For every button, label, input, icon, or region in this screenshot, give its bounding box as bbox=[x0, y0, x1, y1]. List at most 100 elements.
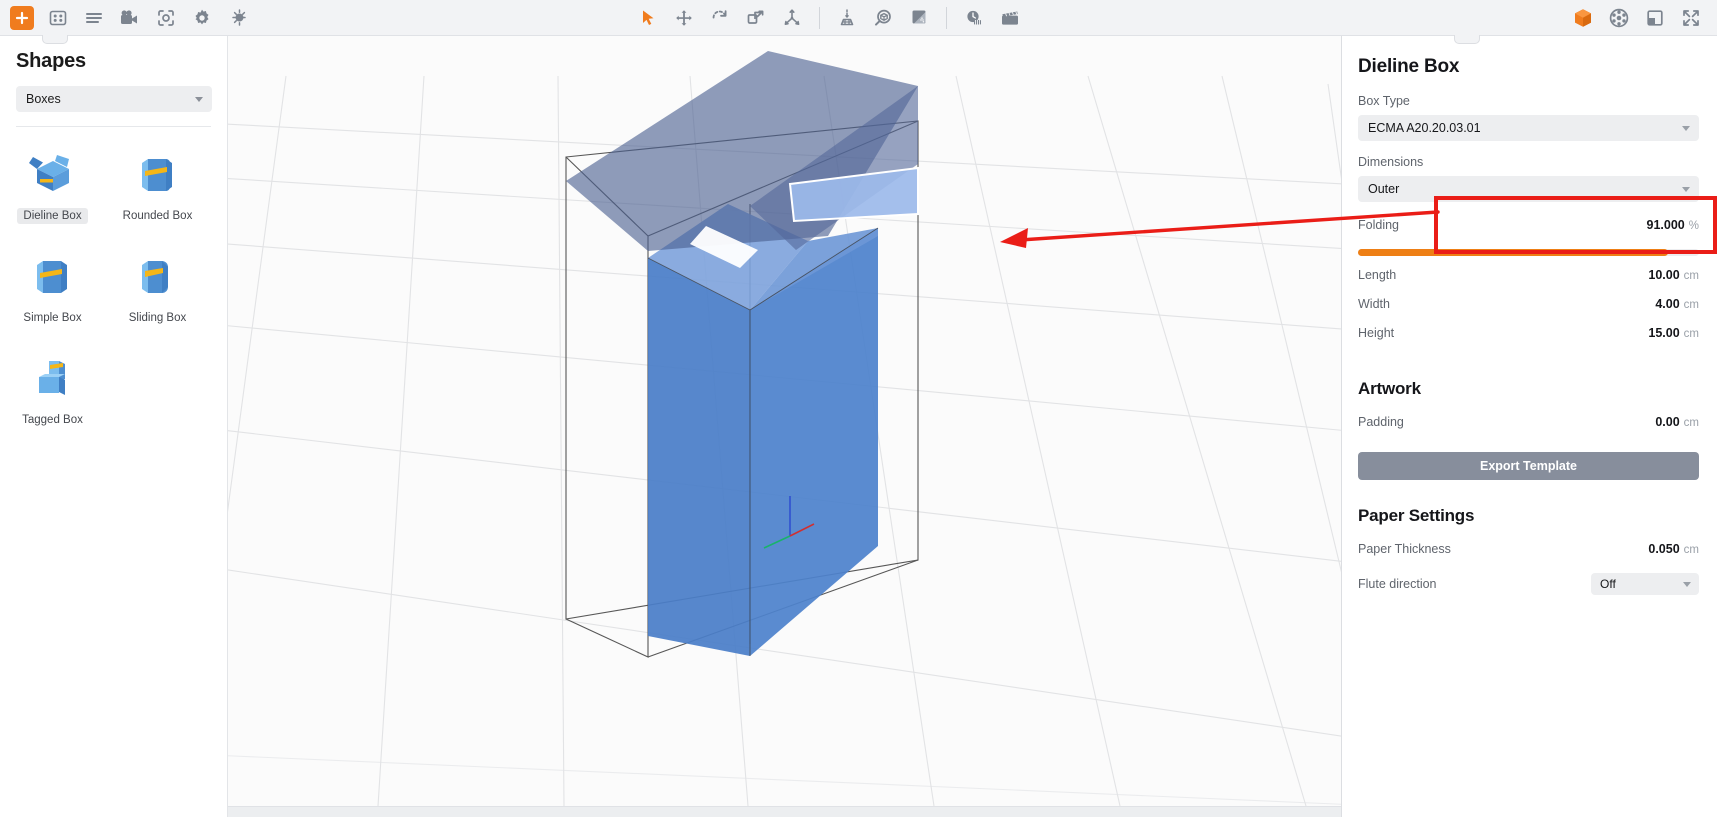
animation-button[interactable] bbox=[992, 1, 1028, 35]
properties-panel-notch bbox=[1454, 35, 1480, 44]
folding-slider-fill bbox=[1358, 249, 1668, 256]
dimensions-select[interactable]: Outer bbox=[1358, 176, 1699, 202]
material-icon bbox=[909, 8, 929, 28]
inspect-object-button[interactable] bbox=[865, 1, 901, 35]
view-3d-button[interactable] bbox=[1565, 1, 1601, 35]
flute-direction-select[interactable]: Off bbox=[1591, 573, 1699, 595]
folding-values: Folding 91.000% bbox=[1358, 216, 1699, 245]
padding-value: 0.00 bbox=[1655, 415, 1679, 429]
fullscreen-icon bbox=[1681, 8, 1701, 28]
rounded-box-icon bbox=[132, 151, 184, 199]
shape-item-tagged-box[interactable]: Tagged Box bbox=[0, 343, 105, 445]
time-button[interactable] bbox=[956, 1, 992, 35]
length-value: 10.00 bbox=[1648, 268, 1679, 282]
height-label: Height bbox=[1358, 326, 1394, 340]
width-unit: cm bbox=[1684, 299, 1699, 311]
shape-item-simple-box[interactable]: Simple Box bbox=[0, 241, 105, 343]
box-type-select[interactable]: ECMA A20.20.03.01 bbox=[1358, 115, 1699, 141]
select-cursor-icon bbox=[638, 8, 658, 28]
chevron-down-icon bbox=[1683, 582, 1691, 587]
paper-thickness-value: 0.050 bbox=[1648, 542, 1679, 556]
page-title: Shapes bbox=[16, 50, 211, 73]
shapes-sidebar: Shapes Boxes Dieline Box bbox=[0, 36, 228, 817]
add-icon bbox=[10, 6, 34, 30]
paper-thickness-row: Paper Thickness 0.050 cm bbox=[1358, 540, 1699, 569]
paper-thickness-label: Paper Thickness bbox=[1358, 542, 1451, 556]
shape-grid: Dieline Box Rounded Box Simple bbox=[0, 127, 227, 445]
focus-button[interactable] bbox=[148, 1, 184, 35]
scale-tool-button[interactable] bbox=[738, 1, 774, 35]
select-tool-button[interactable] bbox=[630, 1, 666, 35]
toolbar-left-group bbox=[4, 1, 256, 35]
folding-value: 91.000 bbox=[1647, 218, 1685, 232]
shape-label: Simple Box bbox=[17, 310, 87, 326]
toolbar-right-group bbox=[1565, 1, 1709, 35]
height-row: Height 15.00cm bbox=[1358, 324, 1699, 353]
folding-unit: % bbox=[1689, 220, 1699, 232]
sidebar-header: Shapes Boxes bbox=[0, 36, 227, 127]
menu-icon bbox=[84, 8, 104, 28]
sidebar-notch bbox=[42, 35, 68, 44]
explode-icon bbox=[782, 8, 802, 28]
material-button[interactable] bbox=[901, 1, 937, 35]
camera-icon bbox=[119, 8, 141, 28]
export-template-button[interactable]: Export Template bbox=[1358, 452, 1699, 480]
length-label: Length bbox=[1358, 268, 1396, 282]
panel-icon bbox=[1645, 8, 1665, 28]
box-type-label: Box Type bbox=[1358, 94, 1699, 108]
menu-button[interactable] bbox=[76, 1, 112, 35]
dimensions-value: Outer bbox=[1368, 182, 1399, 196]
lighting-button[interactable] bbox=[220, 1, 256, 35]
folding-row: Folding 91.000% bbox=[1358, 216, 1699, 256]
focus-icon bbox=[156, 8, 176, 28]
shape-label: Tagged Box bbox=[16, 412, 89, 428]
fullscreen-button[interactable] bbox=[1673, 1, 1709, 35]
toolbar-divider-2 bbox=[946, 7, 947, 29]
rotate-tool-button[interactable] bbox=[702, 1, 738, 35]
chevron-down-icon bbox=[195, 97, 203, 102]
width-value: 4.00 bbox=[1655, 297, 1679, 311]
inspect-object-icon bbox=[873, 8, 893, 28]
properties-panel: Dieline Box Box Type ECMA A20.20.03.01 D… bbox=[1341, 36, 1717, 817]
folding-slider[interactable] bbox=[1358, 249, 1699, 256]
shape-label: Dieline Box bbox=[17, 208, 87, 224]
panels-button[interactable] bbox=[1637, 1, 1673, 35]
length-row: Length 10.00cm bbox=[1358, 266, 1699, 295]
viewport-scene bbox=[228, 36, 1341, 817]
folding-label: Folding bbox=[1358, 218, 1399, 232]
properties-title: Dieline Box bbox=[1358, 56, 1699, 78]
dimensions-label: Dimensions bbox=[1358, 155, 1699, 169]
paper-thickness-unit: cm bbox=[1684, 544, 1699, 556]
settings-button[interactable] bbox=[184, 1, 220, 35]
drop-to-floor-button[interactable] bbox=[829, 1, 865, 35]
toolbar-divider-1 bbox=[819, 7, 820, 29]
padding-label: Padding bbox=[1358, 415, 1404, 429]
app-root: Shapes Boxes Dieline Box bbox=[0, 0, 1717, 817]
box-3d-icon bbox=[1572, 7, 1594, 29]
light-icon bbox=[228, 8, 248, 28]
camera-button[interactable] bbox=[112, 1, 148, 35]
add-button[interactable] bbox=[4, 1, 40, 35]
top-toolbar bbox=[0, 0, 1717, 36]
drop-to-floor-icon bbox=[836, 8, 858, 28]
environment-button[interactable] bbox=[1601, 1, 1637, 35]
chevron-down-icon bbox=[1682, 187, 1690, 192]
shape-item-sliding-box[interactable]: Sliding Box bbox=[105, 241, 210, 343]
sphere-icon bbox=[1608, 7, 1630, 29]
viewport-3d[interactable] bbox=[228, 36, 1341, 817]
shape-item-rounded-box[interactable]: Rounded Box bbox=[105, 139, 210, 241]
move-icon bbox=[674, 8, 694, 28]
move-tool-button[interactable] bbox=[666, 1, 702, 35]
grid-layout-button[interactable] bbox=[40, 1, 76, 35]
chevron-down-icon bbox=[1682, 126, 1690, 131]
shape-item-dieline-box[interactable]: Dieline Box bbox=[0, 139, 105, 241]
simple-box-icon bbox=[27, 253, 79, 301]
dieline-box-icon bbox=[27, 151, 79, 199]
box-type-value: ECMA A20.20.03.01 bbox=[1368, 121, 1481, 135]
clapperboard-icon bbox=[999, 8, 1021, 28]
flute-direction-label: Flute direction bbox=[1358, 577, 1437, 591]
grid-icon bbox=[48, 8, 68, 28]
shape-category-select[interactable]: Boxes bbox=[16, 86, 212, 112]
explode-tool-button[interactable] bbox=[774, 1, 810, 35]
flute-direction-value: Off bbox=[1600, 577, 1616, 591]
